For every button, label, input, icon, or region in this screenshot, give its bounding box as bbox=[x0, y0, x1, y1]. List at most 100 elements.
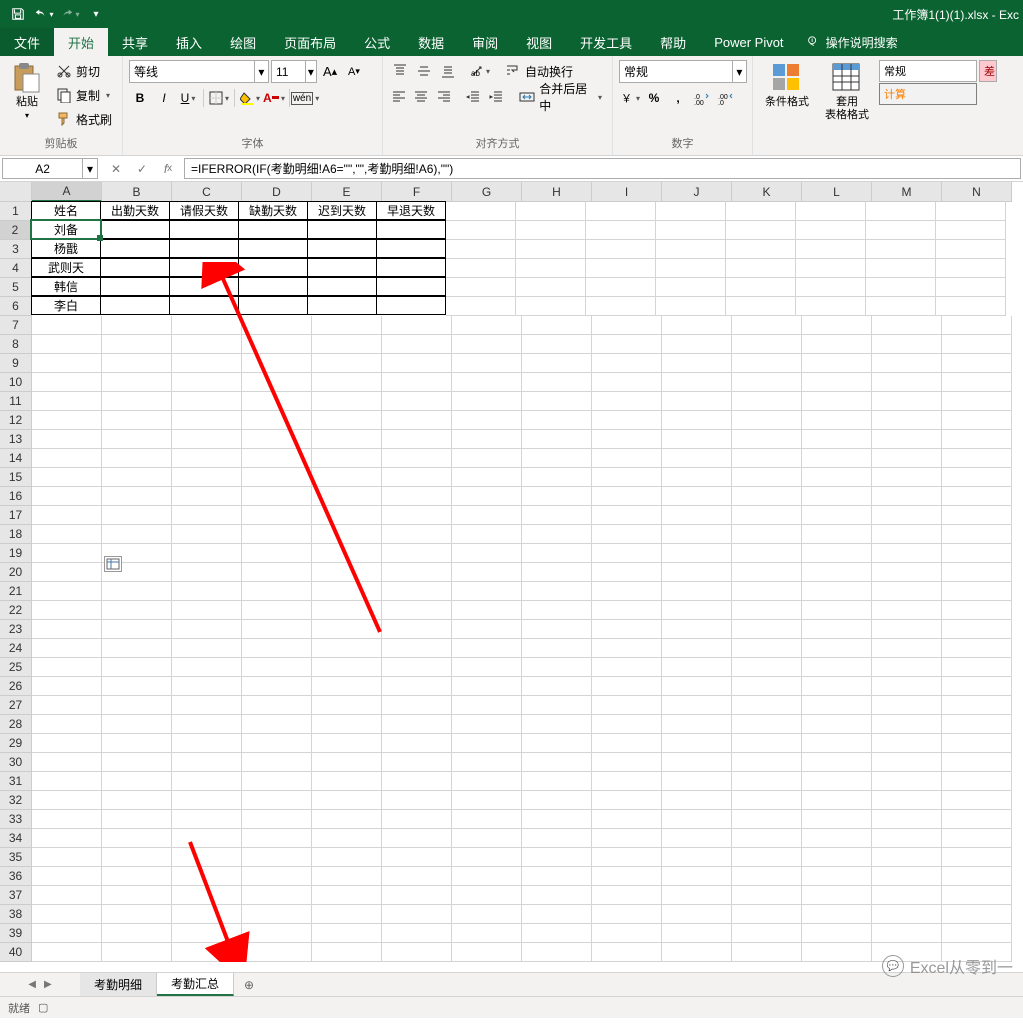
cell-L2[interactable] bbox=[796, 221, 866, 240]
cell-K8[interactable] bbox=[732, 335, 802, 354]
fill-color-button[interactable] bbox=[239, 87, 261, 109]
col-header-M[interactable]: M bbox=[872, 182, 942, 202]
cell-M12[interactable] bbox=[872, 411, 942, 430]
cell-K39[interactable] bbox=[732, 924, 802, 943]
cell-M24[interactable] bbox=[872, 639, 942, 658]
cell-C17[interactable] bbox=[172, 506, 242, 525]
tab-review[interactable]: 审阅 bbox=[458, 28, 512, 56]
cell-K17[interactable] bbox=[732, 506, 802, 525]
cell-D33[interactable] bbox=[242, 810, 312, 829]
redo-button[interactable]: ▾ bbox=[58, 3, 82, 25]
cell-K7[interactable] bbox=[732, 316, 802, 335]
cell-C30[interactable] bbox=[172, 753, 242, 772]
cell-K32[interactable] bbox=[732, 791, 802, 810]
cell-F11[interactable] bbox=[382, 392, 452, 411]
cell-K37[interactable] bbox=[732, 886, 802, 905]
cell-I7[interactable] bbox=[592, 316, 662, 335]
cell-F35[interactable] bbox=[382, 848, 452, 867]
cell-B15[interactable] bbox=[102, 468, 172, 487]
cell-B14[interactable] bbox=[102, 449, 172, 468]
select-all-corner[interactable] bbox=[0, 182, 32, 202]
cell-D35[interactable] bbox=[242, 848, 312, 867]
cell-L21[interactable] bbox=[802, 582, 872, 601]
cell-H34[interactable] bbox=[522, 829, 592, 848]
cell-K11[interactable] bbox=[732, 392, 802, 411]
cell-L25[interactable] bbox=[802, 658, 872, 677]
cell-M30[interactable] bbox=[872, 753, 942, 772]
cell-D20[interactable] bbox=[242, 563, 312, 582]
name-box[interactable]: ▾ bbox=[2, 158, 98, 179]
cell-E11[interactable] bbox=[312, 392, 382, 411]
cell-E2[interactable] bbox=[307, 220, 377, 239]
col-header-N[interactable]: N bbox=[942, 182, 1012, 202]
cell-I4[interactable] bbox=[586, 259, 656, 278]
cell-I12[interactable] bbox=[592, 411, 662, 430]
cell-L17[interactable] bbox=[802, 506, 872, 525]
cell-D17[interactable] bbox=[242, 506, 312, 525]
cell-H25[interactable] bbox=[522, 658, 592, 677]
cell-L32[interactable] bbox=[802, 791, 872, 810]
cell-J15[interactable] bbox=[662, 468, 732, 487]
cell-L34[interactable] bbox=[802, 829, 872, 848]
cell-L14[interactable] bbox=[802, 449, 872, 468]
cell-E36[interactable] bbox=[312, 867, 382, 886]
style-bad[interactable]: 差 bbox=[979, 60, 997, 82]
cell-H22[interactable] bbox=[522, 601, 592, 620]
cell-J25[interactable] bbox=[662, 658, 732, 677]
cell-I28[interactable] bbox=[592, 715, 662, 734]
cell-G19[interactable] bbox=[452, 544, 522, 563]
cell-N27[interactable] bbox=[942, 696, 1012, 715]
tab-formulas[interactable]: 公式 bbox=[350, 28, 404, 56]
cell-N37[interactable] bbox=[942, 886, 1012, 905]
cell-H11[interactable] bbox=[522, 392, 592, 411]
cell-C29[interactable] bbox=[172, 734, 242, 753]
cell-K28[interactable] bbox=[732, 715, 802, 734]
border-button[interactable] bbox=[208, 87, 230, 109]
cell-I9[interactable] bbox=[592, 354, 662, 373]
cell-J14[interactable] bbox=[662, 449, 732, 468]
cell-J35[interactable] bbox=[662, 848, 732, 867]
col-header-F[interactable]: F bbox=[382, 182, 452, 202]
cell-C9[interactable] bbox=[172, 354, 242, 373]
cell-J33[interactable] bbox=[662, 810, 732, 829]
tab-view[interactable]: 视图 bbox=[512, 28, 566, 56]
cell-A21[interactable] bbox=[32, 582, 102, 601]
tab-nav-prev[interactable]: ◀ bbox=[28, 979, 36, 990]
row-header-11[interactable]: 11 bbox=[0, 392, 32, 411]
cancel-formula-button[interactable]: ✕ bbox=[104, 158, 128, 180]
cell-F28[interactable] bbox=[382, 715, 452, 734]
cell-J28[interactable] bbox=[662, 715, 732, 734]
cell-I15[interactable] bbox=[592, 468, 662, 487]
cell-M16[interactable] bbox=[872, 487, 942, 506]
cell-N5[interactable] bbox=[936, 278, 1006, 297]
row-header-28[interactable]: 28 bbox=[0, 715, 32, 734]
cell-L24[interactable] bbox=[802, 639, 872, 658]
row-header-31[interactable]: 31 bbox=[0, 772, 32, 791]
cell-J22[interactable] bbox=[662, 601, 732, 620]
cell-D5[interactable] bbox=[238, 277, 308, 296]
cell-D36[interactable] bbox=[242, 867, 312, 886]
cell-G30[interactable] bbox=[452, 753, 522, 772]
cell-F29[interactable] bbox=[382, 734, 452, 753]
row-header-22[interactable]: 22 bbox=[0, 601, 32, 620]
cell-N32[interactable] bbox=[942, 791, 1012, 810]
col-header-C[interactable]: C bbox=[172, 182, 242, 202]
align-bottom-button[interactable] bbox=[437, 60, 459, 82]
sheet-tab-summary[interactable]: 考勤汇总 bbox=[157, 973, 234, 996]
cell-E30[interactable] bbox=[312, 753, 382, 772]
cell-K23[interactable] bbox=[732, 620, 802, 639]
cell-D22[interactable] bbox=[242, 601, 312, 620]
cell-D1[interactable]: 缺勤天数 bbox=[238, 201, 308, 220]
cell-J12[interactable] bbox=[662, 411, 732, 430]
italic-button[interactable]: I bbox=[153, 87, 175, 109]
cell-I14[interactable] bbox=[592, 449, 662, 468]
decrease-decimal-button[interactable]: .00.0 bbox=[715, 87, 737, 109]
cell-M15[interactable] bbox=[872, 468, 942, 487]
name-box-input[interactable] bbox=[3, 159, 82, 178]
cell-C14[interactable] bbox=[172, 449, 242, 468]
cell-G38[interactable] bbox=[452, 905, 522, 924]
cell-N24[interactable] bbox=[942, 639, 1012, 658]
cell-L5[interactable] bbox=[796, 278, 866, 297]
cell-N10[interactable] bbox=[942, 373, 1012, 392]
percent-button[interactable]: % bbox=[643, 87, 665, 109]
